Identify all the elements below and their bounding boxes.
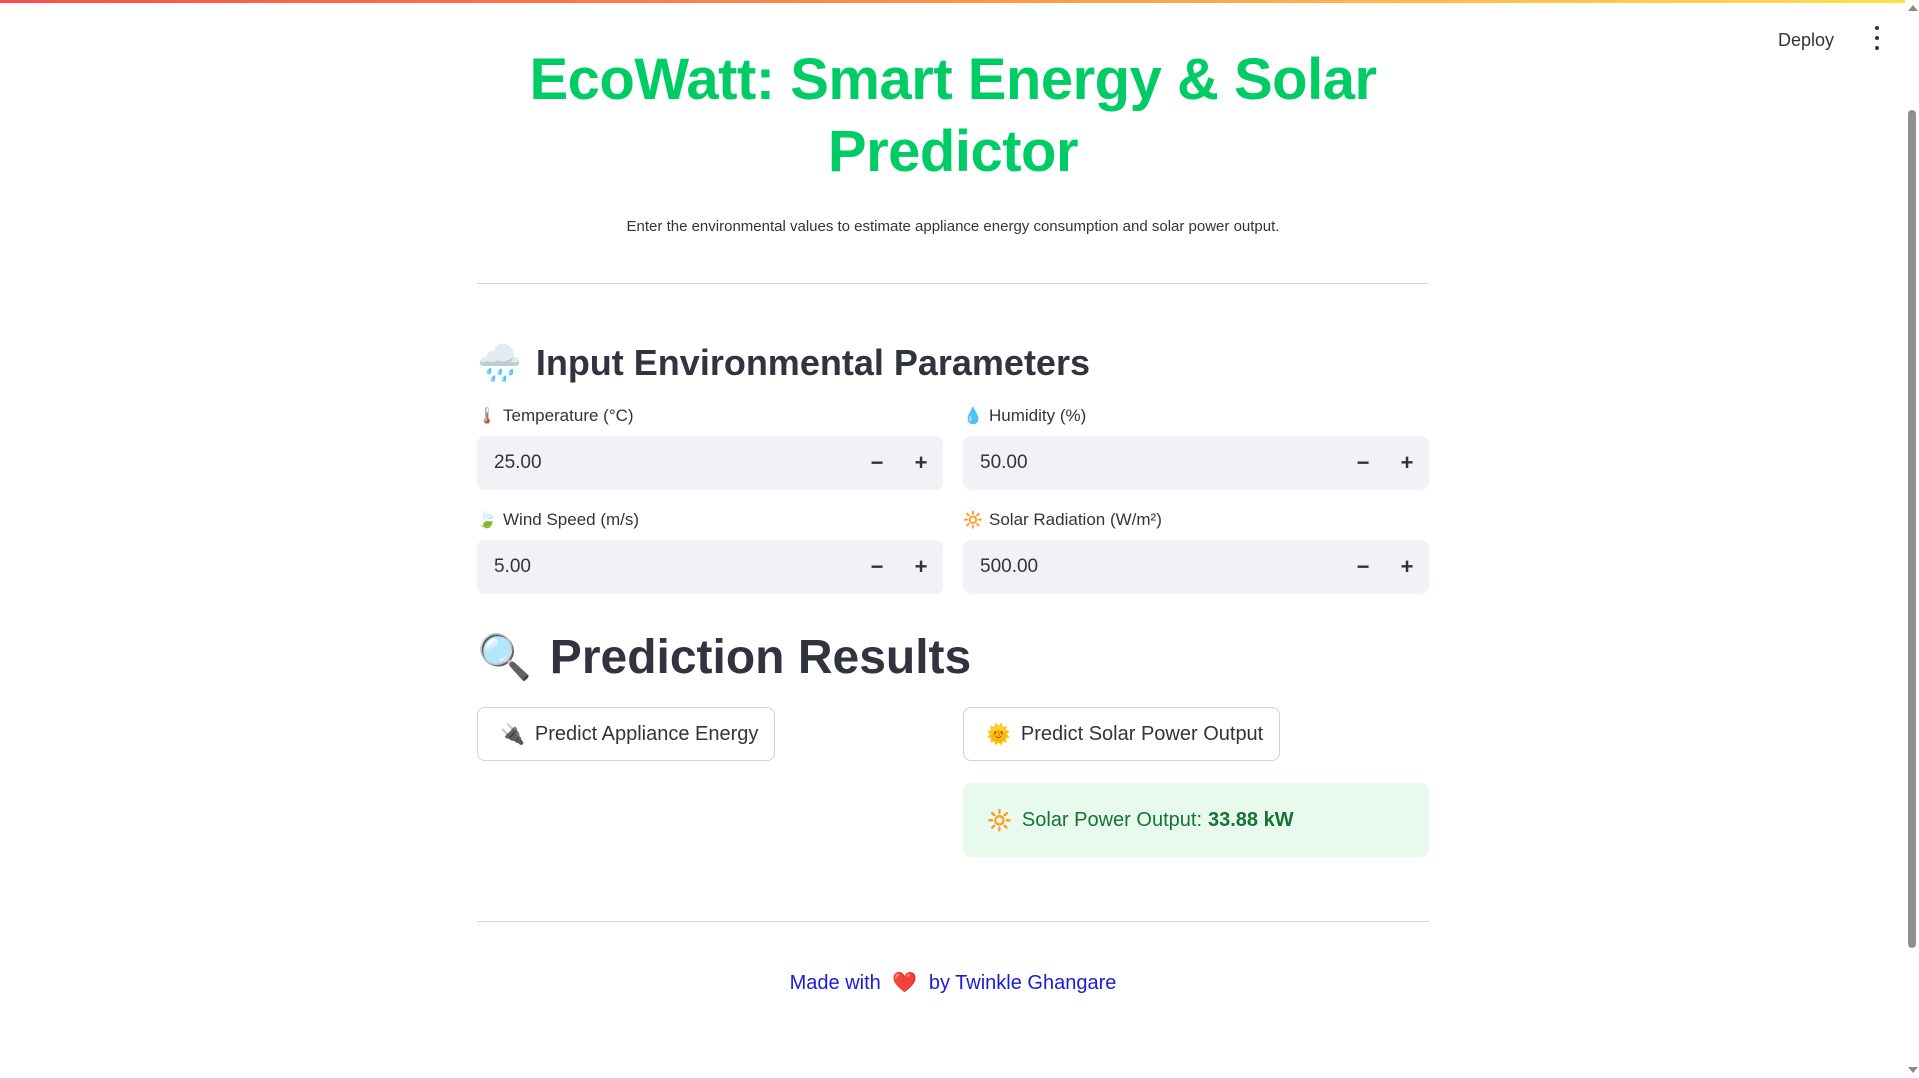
appliance-column: 🔌 Predict Appliance Energy xyxy=(477,707,943,857)
humidity-increment-button[interactable]: + xyxy=(1385,436,1429,490)
solar-radiation-decrement-button[interactable]: − xyxy=(1341,540,1385,594)
solar-output-result: 🔆 Solar Power Output: 33.88 kW xyxy=(963,783,1429,857)
results-section-title: Prediction Results xyxy=(549,631,972,684)
wind-speed-stepper: − + xyxy=(477,539,943,595)
kebab-menu-icon[interactable] xyxy=(1870,26,1884,50)
deploy-button[interactable]: Deploy xyxy=(1770,24,1842,57)
solar-radiation-field: 🔆 Solar Radiation (W/m²) − + xyxy=(963,510,1429,595)
humidity-decrement-button[interactable]: − xyxy=(1341,436,1385,490)
humidity-input[interactable] xyxy=(963,435,1341,491)
humidity-label: 💧 Humidity (%) xyxy=(963,406,1429,426)
page-subtitle: Enter the environmental values to estima… xyxy=(626,218,1280,235)
predict-appliance-energy-button[interactable]: 🔌 Predict Appliance Energy xyxy=(477,707,776,761)
solar-radiation-label-text: Solar Radiation (W/m²) xyxy=(989,510,1162,529)
temperature-label-text: Temperature (°C) xyxy=(503,406,634,425)
plug-icon: 🔌 xyxy=(500,723,525,746)
solar-radiation-label: 🔆 Solar Radiation (W/m²) xyxy=(963,510,1429,530)
humidity-stepper: − + xyxy=(963,435,1429,491)
predict-appliance-energy-label: Predict Appliance Energy xyxy=(534,722,759,745)
scrollbar-thumb[interactable] xyxy=(1908,110,1916,948)
solar-output-label: Solar Power Output: xyxy=(1021,808,1202,831)
wind-speed-decrement-button[interactable]: − xyxy=(855,540,899,594)
results-section-heading: 🔍 Prediction Results xyxy=(477,630,1429,685)
footer-credit: Made with ❤️ by Twinkle Ghangare xyxy=(477,970,1429,995)
droplet-icon: 💧 xyxy=(963,408,983,425)
humidity-field: 💧 Humidity (%) − + xyxy=(963,406,1429,491)
wind-speed-label-text: Wind Speed (m/s) xyxy=(503,510,640,529)
temperature-input[interactable] xyxy=(477,435,855,491)
footer-prefix: Made with xyxy=(789,972,881,994)
main-content: EcoWatt: Smart Energy & Solar Predictor … xyxy=(477,0,1429,995)
results-grid: 🔌 Predict Appliance Energy 🌞 Predict Sol… xyxy=(477,707,1429,857)
bright-sun-icon: 🔆 xyxy=(987,809,1012,832)
app-page: Deploy EcoWatt: Smart Energy & Solar Pre… xyxy=(0,0,1919,1078)
rain-cloud-icon: 🌧️ xyxy=(477,342,522,383)
wind-speed-increment-button[interactable]: + xyxy=(899,540,943,594)
solar-radiation-input[interactable] xyxy=(963,539,1341,595)
wind-speed-input[interactable] xyxy=(477,539,855,595)
temperature-increment-button[interactable]: + xyxy=(899,436,943,490)
predict-solar-power-button[interactable]: 🌞 Predict Solar Power Output xyxy=(963,707,1281,761)
divider xyxy=(477,283,1429,284)
sun-face-icon: 🌞 xyxy=(986,723,1011,746)
inputs-section-heading: 🌧️ Input Environmental Parameters xyxy=(477,342,1429,384)
solar-radiation-stepper: − + xyxy=(963,539,1429,595)
heart-icon: ❤️ xyxy=(892,972,918,994)
temperature-label: 🌡️ Temperature (°C) xyxy=(477,406,943,426)
scroll-up-arrow-icon[interactable] xyxy=(1908,5,1918,11)
temperature-stepper: − + xyxy=(477,435,943,491)
thermometer-icon: 🌡️ xyxy=(477,408,497,425)
vertical-scrollbar[interactable] xyxy=(1905,0,1919,1078)
temperature-field: 🌡️ Temperature (°C) − + xyxy=(477,406,943,491)
solar-column: 🌞 Predict Solar Power Output 🔆 Solar Pow… xyxy=(963,707,1429,857)
wind-speed-label: 🍃 Wind Speed (m/s) xyxy=(477,510,943,530)
humidity-label-text: Humidity (%) xyxy=(989,406,1087,425)
sun-icon: 🔆 xyxy=(963,512,983,529)
leaf-icon: 🍃 xyxy=(477,512,497,529)
inputs-grid: 🌡️ Temperature (°C) − + 💧 Humidity (%) − xyxy=(477,406,1429,595)
solar-radiation-increment-button[interactable]: + xyxy=(1385,540,1429,594)
temperature-decrement-button[interactable]: − xyxy=(855,436,899,490)
footer-author: by Twinkle Ghangare xyxy=(928,972,1117,994)
wind-speed-field: 🍃 Wind Speed (m/s) − + xyxy=(477,510,943,595)
inputs-section-title: Input Environmental Parameters xyxy=(535,342,1090,383)
magnifier-icon: 🔍 xyxy=(477,632,532,682)
predict-solar-power-label: Predict Solar Power Output xyxy=(1020,722,1264,745)
scroll-down-arrow-icon[interactable] xyxy=(1908,1067,1918,1073)
solar-output-value: 33.88 kW xyxy=(1208,808,1294,831)
divider xyxy=(477,921,1429,922)
page-title: EcoWatt: Smart Energy & Solar Predictor xyxy=(529,47,1377,184)
